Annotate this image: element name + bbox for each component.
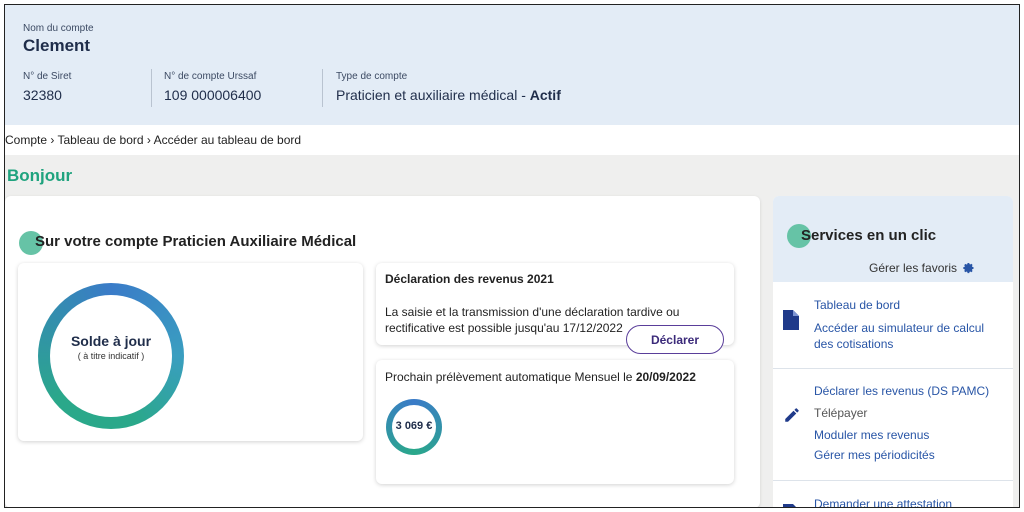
gear-icon bbox=[963, 263, 974, 274]
breadcrumb-compte[interactable]: Compte bbox=[5, 133, 47, 147]
account-header: Nom du compte Clement N° de Siret 32380 … bbox=[5, 5, 1019, 125]
panel-title: Sur votre compte Praticien Auxiliaire Mé… bbox=[35, 233, 357, 250]
document-icon bbox=[783, 504, 796, 507]
divider bbox=[773, 480, 1013, 481]
balance-subtitle: ( à titre indicatif ) bbox=[77, 351, 145, 361]
greeting: Bonjour bbox=[7, 166, 73, 185]
services-title: Services en un clic bbox=[801, 227, 937, 244]
service-attestation-link[interactable]: Demander une attestation bbox=[814, 497, 952, 507]
app-frame: Nom du compte Clement N° de Siret 32380 … bbox=[4, 4, 1020, 508]
declaration-title: Déclaration des revenus 2021 bbox=[385, 272, 554, 286]
divider bbox=[322, 69, 323, 107]
breadcrumb: Compte › Tableau de bord › Accéder au ta… bbox=[5, 125, 1019, 155]
account-status: Actif bbox=[529, 87, 561, 103]
service-dashboard-link[interactable]: Tableau de bord bbox=[814, 298, 900, 312]
service-modulate-income-link[interactable]: Moduler mes revenus bbox=[814, 428, 929, 442]
breadcrumb-separator: › bbox=[50, 133, 55, 147]
urssaf-label: N° de compte Urssaf bbox=[164, 71, 257, 82]
account-type-value: Praticien et auxiliaire médical - Actif bbox=[336, 87, 561, 103]
divider bbox=[151, 69, 152, 107]
favorites-link[interactable]: Gérer les favoris bbox=[869, 261, 975, 275]
urssaf-value: 109 000006400 bbox=[164, 87, 262, 103]
service-declare-income-link[interactable]: Déclarer les revenus (DS PAMC) bbox=[814, 384, 989, 398]
account-type-label: Type de compte bbox=[336, 71, 408, 82]
declare-button[interactable]: Déclarer bbox=[626, 325, 724, 354]
service-simulator-link[interactable]: Accéder au simulateur de calcul des coti… bbox=[814, 320, 984, 352]
payment-text: Prochain prélèvement automatique Mensuel… bbox=[385, 370, 696, 384]
pen-icon bbox=[785, 408, 799, 422]
breadcrumb-tableau[interactable]: Tableau de bord bbox=[58, 133, 144, 147]
payment-amount: 3 069 € bbox=[395, 420, 433, 432]
balance-title: Solde à jour bbox=[70, 333, 152, 349]
divider bbox=[773, 368, 1013, 369]
siret-label: N° de Siret bbox=[23, 71, 72, 82]
breadcrumb-current: Accéder au tableau de bord bbox=[153, 133, 302, 147]
service-periodicity-link[interactable]: Gérer mes périodicités bbox=[814, 448, 935, 462]
siret-value: 32380 bbox=[23, 87, 62, 103]
document-icon bbox=[783, 310, 799, 330]
account-name: Clement bbox=[23, 36, 91, 55]
payment-date: 20/09/2022 bbox=[635, 370, 696, 384]
services-panel: Services en un clic Gérer les favoris Ta… bbox=[773, 196, 1013, 507]
breadcrumb-separator: › bbox=[146, 133, 151, 147]
service-telepay-text[interactable]: Télépayer bbox=[814, 406, 867, 420]
account-name-label: Nom du compte bbox=[23, 23, 94, 34]
balance-text: Solde à jour ( à titre indicatif ) bbox=[38, 333, 184, 361]
